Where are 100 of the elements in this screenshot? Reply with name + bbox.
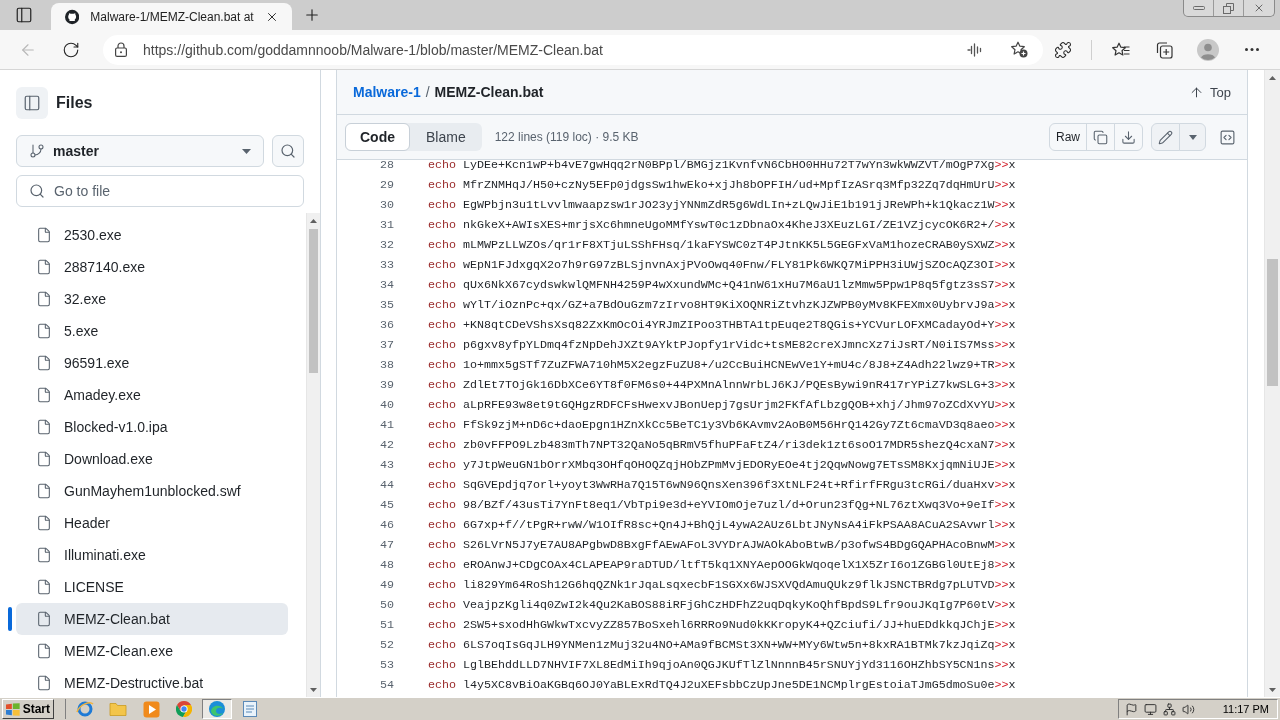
triangle-up-icon[interactable]	[1269, 75, 1276, 80]
line-number: 47	[379, 539, 394, 551]
file-icon	[36, 611, 52, 627]
code-text: qUx6NkX67cydswkwlQMFNH4259P4wXxundWMc+Q41nW61xHu7M6aU1lzMmw5Ppw1P8q5fgtz3sS7	[463, 279, 995, 291]
file-item[interactable]: 2887140.exe	[16, 251, 288, 283]
url-text: https://github.com/goddamnnoob/Malware-1/blob/master/MEMZ-Clean.bat	[143, 41, 604, 58]
file-item[interactable]: MEMZ-Clean.bat	[16, 603, 288, 635]
line-number: 28	[379, 160, 394, 171]
line-number: 39	[379, 379, 394, 391]
search-icon	[280, 143, 296, 159]
code-text: x	[1008, 379, 1016, 391]
folder-icon	[109, 702, 127, 716]
code-text: 98/BZf/43usTi7YnFt8eq1/VbTpi9e3d+eYVIOmOje7uzl/d+Orun23fQg+NL76ztXwq3Vo+9eIf	[463, 499, 995, 511]
file-item[interactable]: Blocked-v1.0.ipa	[16, 411, 288, 443]
view-tab[interactable]: Blame	[410, 123, 482, 151]
triangle-up-icon[interactable]	[310, 218, 317, 223]
start-button[interactable]: Start	[2, 699, 54, 719]
minimize-icon	[1192, 6, 1205, 10]
line-number: 29	[379, 179, 394, 191]
triangle-down-icon[interactable]	[310, 687, 317, 692]
redirect-operator: >>	[994, 599, 1009, 611]
file-icon	[36, 323, 52, 339]
browser-tab[interactable]: Malware-1/MEMZ-Clean.bat at	[51, 3, 292, 30]
file-item[interactable]: Amadey.exe	[16, 379, 288, 411]
code-text: VeajpzKgli4q0ZwI2k4Qu2KaBOS88iRFjGhCzHDFhZ2uqDqkyKoQhfBpdS9Lfr9ouJKqIg7P60tV	[463, 599, 995, 611]
redirect-operator: >>	[994, 479, 1009, 491]
code-text: 1o+mmx5gSTf7ZuZFWA710hM5X2egzFuZU8+/u2CcBuiHCNEwVe1Y+mU4c/8J8+Z4Adh22lwz9+TR	[463, 359, 995, 371]
collapse-sidebar-button[interactable]	[16, 87, 48, 119]
scrollbar-thumb[interactable]	[1267, 259, 1278, 386]
network-icon[interactable]	[1163, 702, 1176, 716]
code-keyword: echo	[428, 639, 456, 651]
code-text: +KN8qtCDeVShsXsq82ZxKmOcOi4YRJmZIPoo3THBTA1tpEuqe2T8QGis+YCVurLOFXMCadayOd+Y	[463, 319, 995, 331]
scrollbar[interactable]	[306, 213, 320, 697]
raw-button[interactable]: Raw	[1049, 123, 1087, 151]
redirect-operator: >>	[994, 679, 1009, 691]
file-item[interactable]: MEMZ-Destructive.bat	[16, 667, 288, 697]
wave-logo-icon	[209, 701, 225, 717]
view-tab[interactable]: Code	[345, 123, 410, 151]
file-item[interactable]: Illuminati.exe	[16, 539, 288, 571]
file-icon	[36, 483, 52, 499]
code-keyword: echo	[428, 199, 456, 211]
code-text: eROAnwJ+CDgCOAx4CLAPEAP9raDTUD/ltfT5kq1XNYAepOOGkWqoqelX1X5ZrI6o1ZGBGl0UtEj8	[463, 559, 995, 571]
edit-button[interactable]	[1151, 123, 1180, 151]
file-item[interactable]: Header	[16, 507, 288, 539]
code-text: y7JtpWeuGN1bOrrXMbq3OHfqOHOQZqjHObZPmMvjEDORyEOe4tj2QqwNowg7ETsSM8KxjqmNiUJE	[463, 459, 995, 471]
redirect-operator: >>	[994, 179, 1009, 191]
monitor-icon[interactable]	[1144, 702, 1157, 716]
triangle-down-icon[interactable]	[1269, 687, 1276, 692]
code-text: x	[1008, 399, 1016, 411]
file-item[interactable]: 2530.exe	[16, 219, 288, 251]
line-number: 32	[379, 239, 394, 251]
file-search-field[interactable]: Go to file	[16, 175, 304, 207]
code-text: x	[1008, 579, 1016, 591]
code-text: mLMWPzLLWZOs/qr1rF8XTjuLSShFHsq/1kaFYSWC0zT4PJtnKK5L5GEGFxVaM1hozeCRAB0ySXWZ	[463, 239, 995, 251]
repository-link[interactable]: Malware-1	[353, 84, 421, 100]
branch-button[interactable]: master	[16, 135, 264, 167]
file-item[interactable]: 96591.exe	[16, 347, 288, 379]
top-link[interactable]: Top	[1189, 84, 1231, 100]
scrollbar[interactable]	[1264, 70, 1280, 697]
code-keyword: echo	[428, 160, 456, 171]
code-text: wYlT/iOznPc+qx/GZ+a7BdOuGzm7zIrvo8HT9KiXOQNRiZtvhzKJZWPB0yMv8KFEXmx0UybrvJ9a	[463, 299, 995, 311]
redirect-operator: >>	[994, 219, 1009, 231]
download-button[interactable]	[1114, 123, 1143, 151]
file-icon	[36, 515, 52, 531]
edit-menu-button[interactable]	[1179, 123, 1206, 151]
puzzle-icon	[1054, 40, 1072, 59]
copy-button[interactable]	[1086, 123, 1115, 151]
code-text: ZdlEt7TOjGk16DbXCe6YT8f0FM6s0+44PXMnAlnnWrbLJ6KJ/PQEsBywi9nR417rYPiZ7kwSLG+3	[463, 379, 995, 391]
code-text: x	[1008, 339, 1016, 351]
round-logo-icon	[176, 701, 192, 717]
code-keyword: echo	[428, 219, 456, 231]
star-plus-icon	[1010, 41, 1028, 58]
code-text: x	[1008, 319, 1016, 331]
address-bar[interactable]: https://github.com/goddamnnoob/Malware-1/blob/master/MEMZ-Clean.bat	[103, 34, 1043, 65]
line-number: 42	[379, 439, 394, 451]
code-text: FfSk9zjM+nD6c+daoEpgn1HZnXkCc5BeTC1y3Vb6KAvmv2AoB0M56HrQ142Gy7Zt6cmaVD3q8aeo	[463, 419, 995, 431]
line-number: 54	[379, 679, 394, 691]
flag-icon[interactable]	[1125, 702, 1138, 716]
code-text: x	[1008, 239, 1016, 251]
file-item[interactable]: 32.exe	[16, 283, 288, 315]
file-item[interactable]: GunMayhem1unblocked.swf	[16, 475, 288, 507]
line-number: 38	[379, 359, 394, 371]
refresh-icon	[62, 40, 80, 59]
code-keyword: echo	[428, 439, 456, 451]
file-item[interactable]: Download.exe	[16, 443, 288, 475]
code-text: x	[1008, 359, 1016, 371]
code-keyword: echo	[428, 299, 456, 311]
code-keyword: echo	[428, 659, 456, 671]
taskbar-program-button[interactable]	[202, 699, 232, 719]
redirect-operator: >>	[994, 619, 1009, 631]
speaker-icon[interactable]	[1182, 702, 1195, 716]
file-item[interactable]: MEMZ-Clean.exe	[16, 635, 288, 667]
scrollbar-thumb[interactable]	[309, 229, 318, 373]
redirect-operator: >>	[994, 319, 1009, 331]
code-text: LyDEe+Kcn1wP+b4vE7gwHqq2rN0BPpl/BMGjz1KvnfvN6CbHO0HHu72T7wYn3wkWWZVT/mOgP7Xg	[463, 160, 995, 171]
code-text: x	[1008, 519, 1016, 531]
file-item[interactable]: LICENSE	[16, 571, 288, 603]
file-icon	[36, 355, 52, 371]
file-item[interactable]: 5.exe	[16, 315, 288, 347]
search-button[interactable]	[272, 135, 304, 167]
